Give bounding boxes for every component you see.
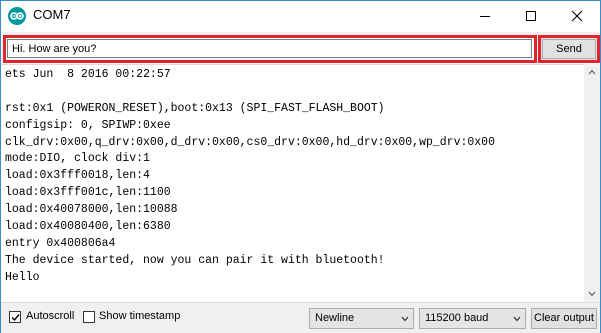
close-icon: [571, 10, 583, 22]
output-scrollbar[interactable]: [584, 64, 600, 302]
send-row: Send: [1, 32, 600, 63]
autoscroll-label[interactable]: Autoscroll: [26, 310, 74, 322]
message-input-highlight: [3, 35, 537, 63]
serial-output-area[interactable]: ets Jun 8 2016 00:22:57 rst:0x1 (POWERON_…: [1, 64, 584, 303]
window-title: COM7: [33, 7, 71, 22]
minimize-icon: [480, 16, 490, 17]
minimize-button[interactable]: [462, 1, 508, 31]
bottom-toolbar: Autoscroll Show timestamp Newline 115200…: [1, 302, 600, 333]
scroll-down-button[interactable]: [584, 286, 600, 302]
output-line: The device started, now you can pair it …: [5, 253, 385, 267]
output-line: load:0x3fff001c,len:1100: [5, 186, 171, 200]
serial-output-text: ets Jun 8 2016 00:22:57 rst:0x1 (POWERON_…: [5, 67, 495, 287]
line-ending-value: Newline: [315, 312, 355, 324]
serial-monitor-window: COM7 Send ets Jun 8 2016 00:22:57rst:0x: [0, 0, 601, 333]
maximize-icon: [526, 11, 536, 21]
checkmark-icon: [11, 314, 20, 322]
output-line: clk_drv:0x00,q_drv:0x00,d_drv:0x00,cs0_d…: [5, 135, 495, 149]
maximize-button[interactable]: [508, 1, 554, 31]
scroll-up-button[interactable]: [584, 64, 600, 80]
output-line: entry 0x400806a4: [5, 236, 116, 250]
send-button-highlight: Send: [538, 35, 600, 63]
send-button[interactable]: Send: [542, 39, 596, 59]
output-line: Hello: [5, 270, 40, 284]
chevron-down-icon: [513, 316, 521, 322]
output-line: ets Jun 8 2016 00:22:57: [5, 68, 171, 81]
output-line: load:0x40080400,len:6380: [5, 220, 171, 234]
output-line: mode:DIO, clock div:1: [5, 152, 150, 166]
arduino-logo-icon: [8, 7, 26, 25]
chevron-up-icon: [588, 69, 596, 75]
title-bar[interactable]: COM7: [1, 1, 600, 32]
chevron-down-icon: [401, 316, 409, 322]
baud-rate-dropdown[interactable]: 115200 baud: [419, 308, 526, 329]
close-button[interactable]: [554, 1, 600, 31]
output-line: rst:0x1 (POWERON_RESET),boot:0x13 (SPI_F…: [5, 101, 385, 115]
line-ending-dropdown[interactable]: Newline: [309, 308, 414, 329]
output-line: configsip: 0, SPIWP:0xee: [5, 118, 171, 132]
output-line: load:0x40078000,len:10088: [5, 203, 178, 217]
show-timestamp-label[interactable]: Show timestamp: [99, 310, 180, 322]
baud-rate-value: 115200 baud: [425, 312, 489, 324]
clear-output-button[interactable]: Clear output: [531, 308, 597, 329]
show-timestamp-checkbox[interactable]: [83, 311, 95, 323]
message-input[interactable]: [7, 39, 532, 58]
output-line: load:0x3fff0018,len:4: [5, 169, 150, 183]
autoscroll-checkbox[interactable]: [9, 311, 21, 323]
chevron-down-icon: [588, 291, 596, 297]
